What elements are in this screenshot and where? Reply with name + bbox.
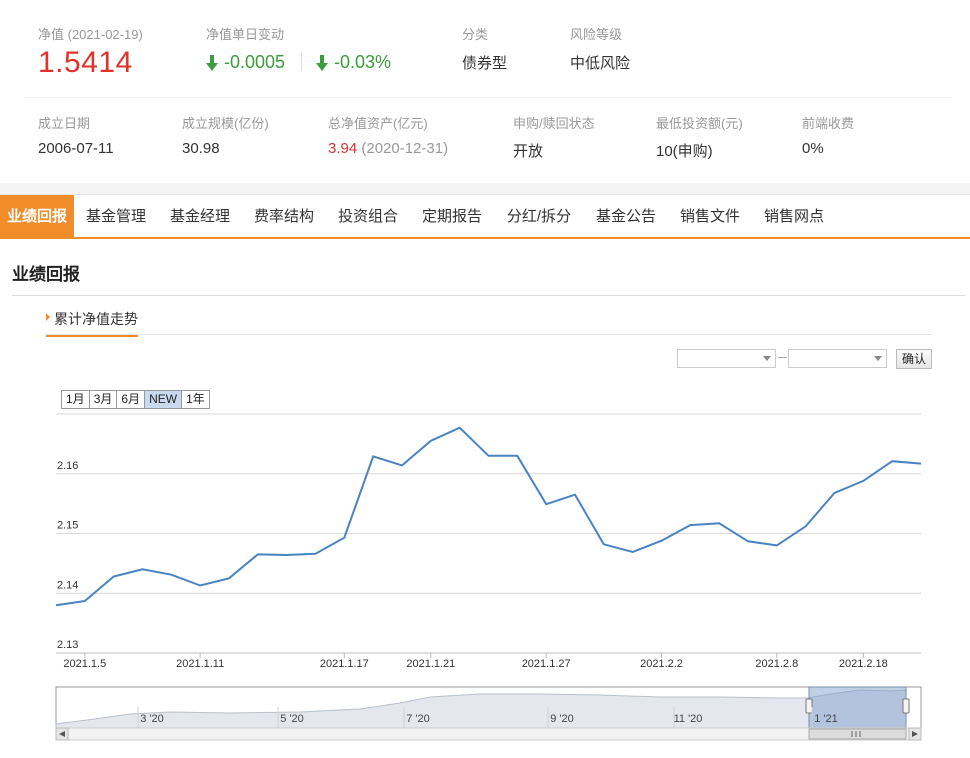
x-tick-label: 2021.1.17 bbox=[320, 658, 369, 670]
y-tick-label: 2.15 bbox=[57, 520, 78, 532]
x-tick-label: 2021.2.2 bbox=[640, 658, 683, 670]
nav-series-line bbox=[55, 426, 922, 607]
navigator-handle bbox=[902, 698, 910, 714]
scrollbar-thumb[interactable] bbox=[808, 728, 907, 740]
y-tick-label: 2.16 bbox=[57, 460, 78, 472]
x-tick-label: 2021.2.8 bbox=[755, 658, 798, 670]
navigator-label: 11 '20 bbox=[674, 713, 703, 725]
x-tick-label: 2021.1.21 bbox=[406, 658, 455, 670]
navigator-label: 5 '20 bbox=[280, 713, 304, 725]
x-tick-label: 2021.1.5 bbox=[63, 658, 106, 670]
navigator-label: 3 '20 bbox=[140, 713, 164, 725]
x-tick-label: 2021.2.18 bbox=[839, 658, 888, 670]
y-tick-label: 2.14 bbox=[57, 579, 78, 591]
scrollbar-track bbox=[55, 727, 922, 741]
navigator-label: 1 '21 bbox=[814, 713, 838, 725]
navigator-label: 9 '20 bbox=[550, 713, 574, 725]
x-tick-label: 2021.1.11 bbox=[176, 658, 224, 670]
y-tick-label: 2.13 bbox=[57, 639, 78, 651]
nav-chart: 2.13 2.14 2.15 2.16 2021.1.5 2021.1.11 2021.1.… bbox=[55, 413, 922, 741]
navigator-handle bbox=[805, 698, 813, 714]
navigator-label: 7 '20 bbox=[406, 713, 430, 725]
x-tick-label: 2021.1.27 bbox=[522, 658, 571, 670]
